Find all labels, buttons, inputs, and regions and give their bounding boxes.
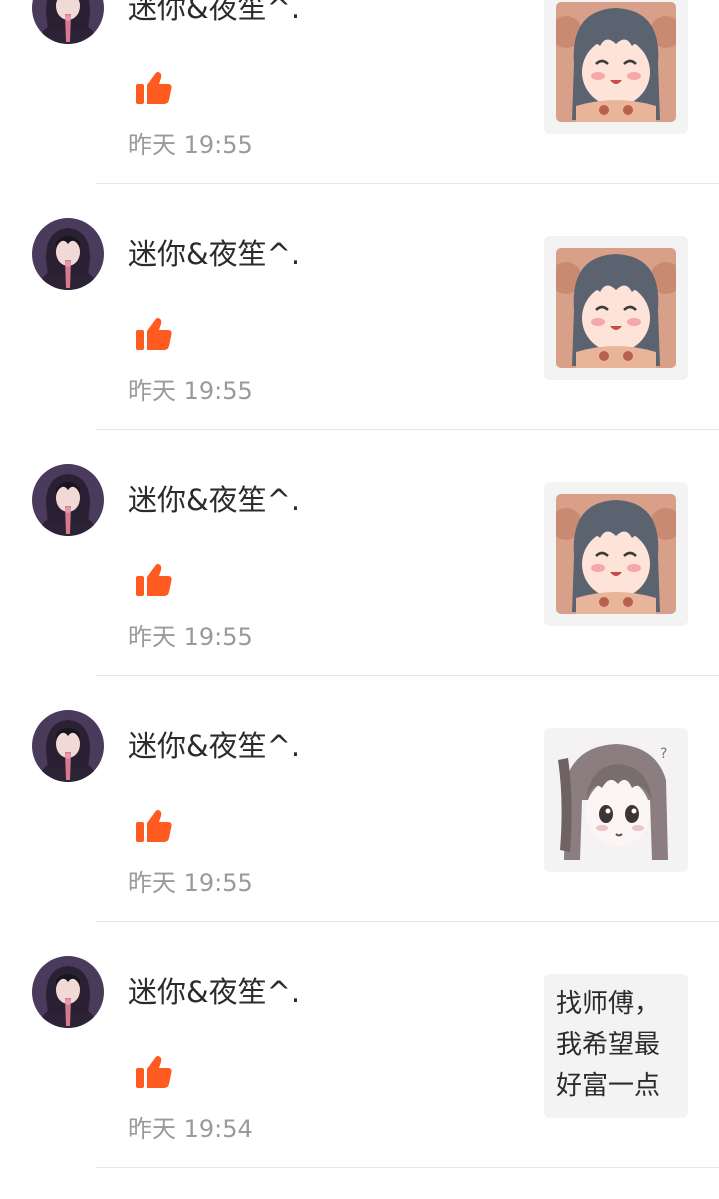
list-item[interactable]: 迷你&夜笙^. 昨天 19:55 (0, 184, 719, 430)
list-item[interactable]: 迷你&夜笙^. 昨天 19:55 (0, 676, 719, 922)
anime-girl-smiling-image (556, 2, 676, 122)
avatar[interactable] (32, 956, 104, 1028)
list-item[interactable]: 迷你&夜笙^. 昨天 19:54 找师傅，我希望最好富一点 (0, 922, 719, 1168)
avatar[interactable] (32, 218, 104, 290)
anime-girl-sketch-image: ? (556, 740, 676, 860)
timestamp: 昨天 19:55 (128, 377, 253, 405)
username[interactable]: 迷你&夜笙^. (128, 0, 300, 28)
list-item[interactable]: 迷你&夜笙^. 昨天 19:55 (0, 430, 719, 676)
liked-image-preview[interactable] (544, 482, 688, 626)
thumbs-up-icon (136, 1056, 172, 1088)
like-notification-list: 迷你&夜笙^. 昨天 19:55 迷你&夜笙^. 昨天 19:55 迷你&夜笙^… (0, 0, 719, 1168)
timestamp: 昨天 19:55 (128, 131, 253, 159)
avatar[interactable] (32, 710, 104, 782)
liked-image-preview[interactable] (544, 236, 688, 380)
thumbs-up-icon (136, 564, 172, 596)
liked-image-preview[interactable] (544, 0, 688, 134)
liked-post-text-preview[interactable]: 找师傅，我希望最好富一点 (544, 974, 688, 1118)
anime-girl-smiling-image (556, 248, 676, 368)
avatar[interactable] (32, 0, 104, 44)
divider (96, 1167, 719, 1168)
list-item[interactable]: 迷你&夜笙^. 昨天 19:55 (0, 0, 719, 184)
thumbs-up-icon (136, 72, 172, 104)
username[interactable]: 迷你&夜笙^. (128, 726, 300, 766)
liked-image-preview[interactable]: ? (544, 728, 688, 872)
thumbs-up-icon (136, 318, 172, 350)
username[interactable]: 迷你&夜笙^. (128, 972, 300, 1012)
timestamp: 昨天 19:54 (128, 1115, 253, 1143)
timestamp: 昨天 19:55 (128, 623, 253, 651)
username[interactable]: 迷你&夜笙^. (128, 234, 300, 274)
svg-text:?: ? (660, 746, 667, 762)
timestamp: 昨天 19:55 (128, 869, 253, 897)
avatar[interactable] (32, 464, 104, 536)
thumbs-up-icon (136, 810, 172, 842)
username[interactable]: 迷你&夜笙^. (128, 480, 300, 520)
anime-girl-smiling-image (556, 494, 676, 614)
